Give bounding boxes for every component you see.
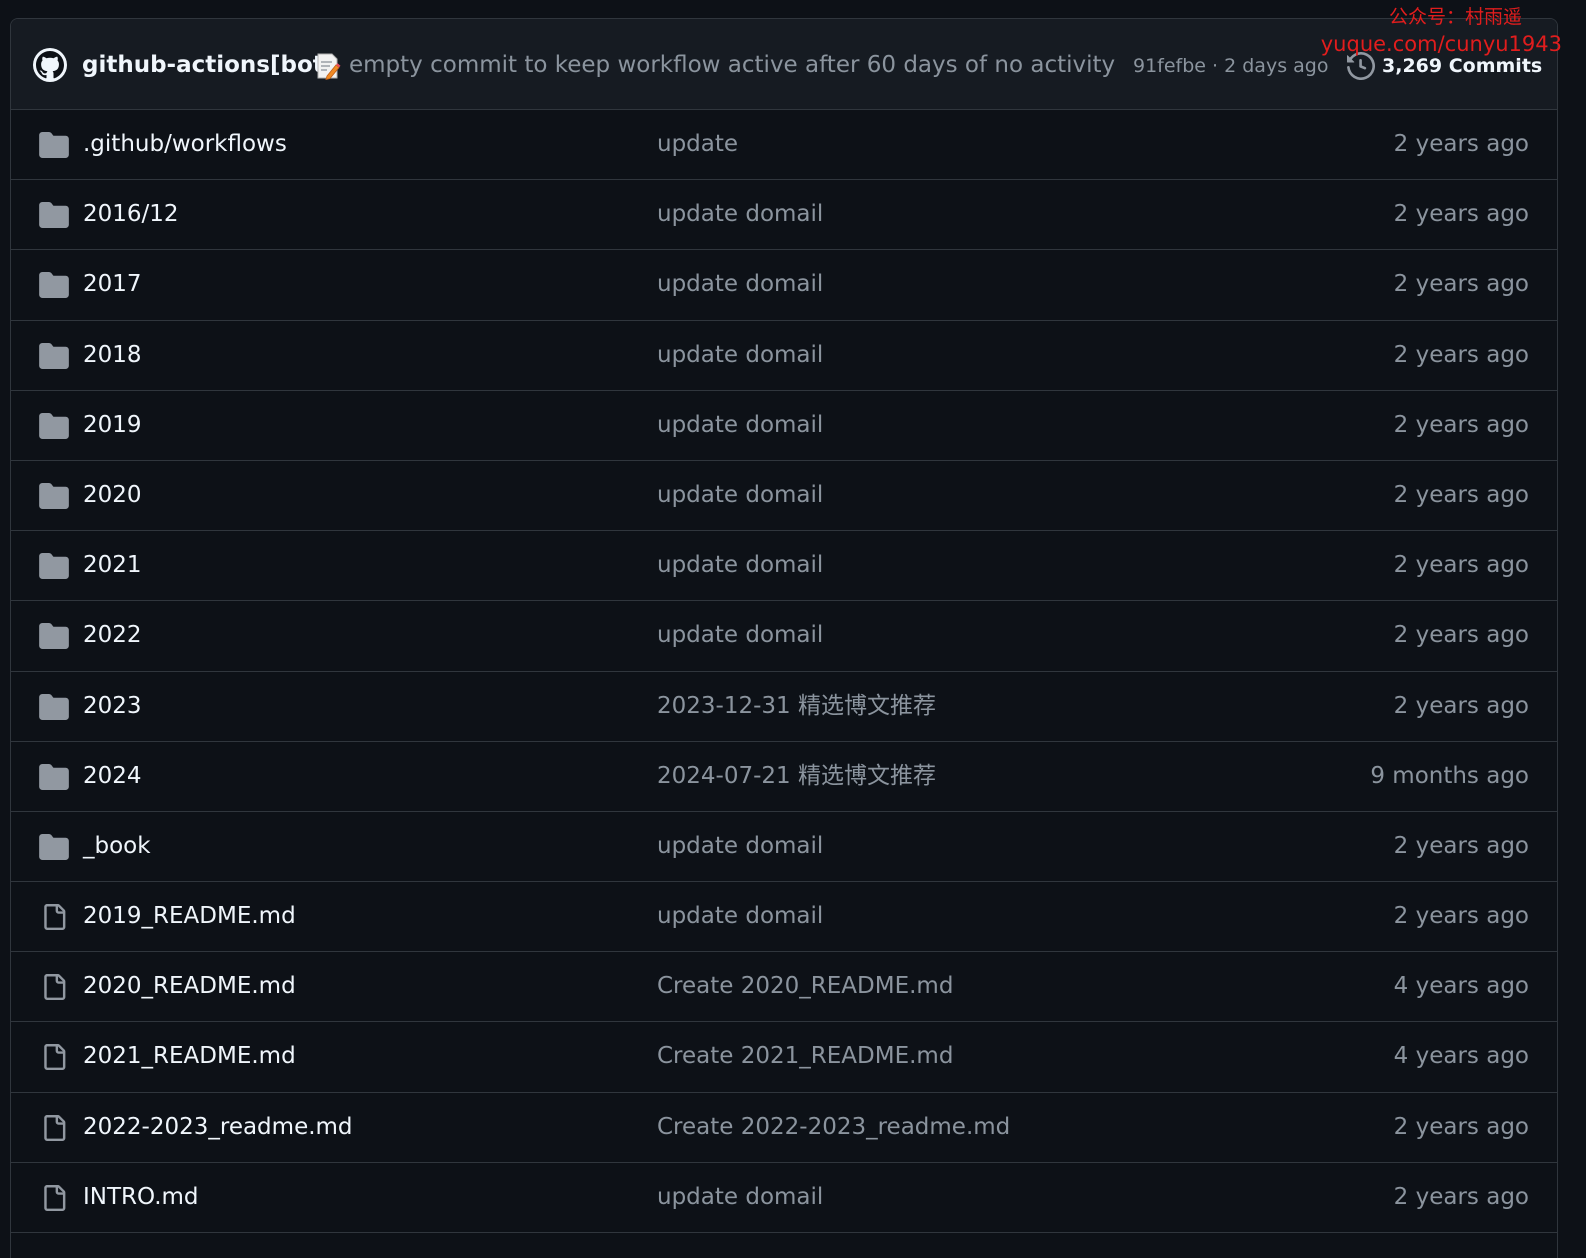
last-commit-age: 2 years ago <box>1393 903 1529 930</box>
folder-icon <box>39 272 69 299</box>
folder-name-link[interactable]: 2019 <box>83 409 142 441</box>
folder-name-link[interactable]: 2021 <box>83 549 142 581</box>
file-icon <box>39 1114 69 1141</box>
last-commit-message-link[interactable]: 2024-07-21 精选博文推荐 <box>657 760 936 792</box>
file-name-link[interactable]: INTRO.md <box>83 1181 199 1213</box>
last-commit-message-link[interactable]: update domail <box>657 549 823 581</box>
file-icon <box>39 1044 69 1071</box>
last-commit-age: 2 years ago <box>1393 622 1529 649</box>
folder-icon <box>39 623 69 650</box>
memo-emoji-icon <box>315 52 341 81</box>
folder-name-link[interactable]: 2018 <box>83 339 142 371</box>
folder-icon <box>39 412 69 439</box>
last-commit-message-link[interactable]: Create 2020_README.md <box>657 970 953 1002</box>
last-commit-message-link[interactable]: update domail <box>657 198 823 230</box>
last-commit-message-link[interactable]: update domail <box>657 1181 823 1213</box>
history-icon[interactable] <box>1347 51 1376 81</box>
folder-name-link[interactable]: _book <box>83 830 151 862</box>
commit-message-link[interactable]: empty commit to keep workflow active aft… <box>349 49 1115 81</box>
last-commit-message-link[interactable]: Create 2021_README.md <box>657 1040 953 1072</box>
last-commit-age: 2 years ago <box>1393 131 1529 157</box>
last-commit-age: 2 years ago <box>1393 552 1529 579</box>
file-icon <box>39 974 69 1001</box>
file-row[interactable]: 2022-2023_readme.md Create 2022-2023_read… <box>11 1093 1557 1163</box>
folder-row[interactable]: 2020 update domail 2 years ago <box>11 461 1557 532</box>
folder-icon <box>39 132 69 158</box>
folder-row[interactable]: 2019 update domail 2 years ago <box>11 391 1557 461</box>
file-icon <box>39 904 69 931</box>
last-commit-age: 4 years ago <box>1393 1043 1529 1070</box>
folder-name-link[interactable]: 2023 <box>83 690 142 722</box>
file-list: .github/workflows update 2 years ago 2016/1… <box>11 110 1557 1233</box>
folder-row[interactable]: 2021 update domail 2 years ago <box>11 531 1557 602</box>
folder-name-link[interactable]: .github/workflows <box>83 128 287 160</box>
github-mark-icon[interactable] <box>33 48 67 82</box>
folder-row[interactable]: 2017 update domail 2 years ago <box>11 250 1557 321</box>
last-commit-message-link[interactable]: 2023-12-31 精选博文推荐 <box>657 690 936 722</box>
last-commit-age: 2 years ago <box>1393 411 1529 438</box>
last-commit-age: 2 years ago <box>1393 271 1529 298</box>
folder-row[interactable]: 2024 2024-07-21 精选博文推荐 9 months ago <box>11 742 1557 812</box>
last-commit-message-link[interactable]: update domail <box>657 830 823 862</box>
folder-row[interactable]: _book update domail 2 years ago <box>11 812 1557 883</box>
file-row[interactable]: INTRO.md update domail 2 years ago <box>11 1163 1557 1233</box>
last-commit-age: 4 years ago <box>1393 973 1529 1000</box>
folder-name-link[interactable]: 2020 <box>83 479 142 511</box>
last-commit-age: 2 years ago <box>1393 481 1529 508</box>
last-commit-message-link[interactable]: update domail <box>657 339 823 371</box>
last-commit-message-link[interactable]: update domail <box>657 900 823 932</box>
folder-icon <box>39 763 69 790</box>
folder-icon <box>39 482 69 509</box>
folder-icon <box>39 693 69 720</box>
last-commit-age: 2 years ago <box>1393 1113 1529 1140</box>
folder-row[interactable]: 2022 update domail 2 years ago <box>11 601 1557 672</box>
folder-icon <box>39 342 69 369</box>
file-icon <box>39 1184 69 1211</box>
last-commit-message-link[interactable]: update domail <box>657 409 823 441</box>
last-commit-age: 2 years ago <box>1393 832 1529 859</box>
folder-row[interactable]: .github/workflows update 2 years ago <box>11 110 1557 181</box>
last-commit-message-link[interactable]: Create 2022-2023_readme.md <box>657 1111 1010 1143</box>
last-commit-message-link[interactable]: update domail <box>657 619 823 651</box>
folder-name-link[interactable]: 2024 <box>83 760 142 792</box>
folder-row[interactable]: 2018 update domail 2 years ago <box>11 321 1557 391</box>
last-commit-age: 2 years ago <box>1393 341 1529 368</box>
folder-icon <box>39 553 69 580</box>
file-name-link[interactable]: 2019_README.md <box>83 900 296 932</box>
folder-name-link[interactable]: 2016/12 <box>83 198 179 230</box>
last-commit-age: 9 months ago <box>1370 762 1529 789</box>
folder-row[interactable]: 2016/12 update domail 2 years ago <box>11 180 1557 251</box>
file-row[interactable]: 2021_README.md Create 2021_README.md 4 yea… <box>11 1022 1557 1093</box>
file-row[interactable]: 2019_README.md update domail 2 years ago <box>11 882 1557 953</box>
last-commit-message-link[interactable]: update domail <box>657 479 823 511</box>
folder-row[interactable]: 2023 2023-12-31 精选博文推荐 2 years ago <box>11 672 1557 742</box>
folder-name-link[interactable]: 2017 <box>83 268 142 300</box>
folder-icon <box>39 202 69 229</box>
last-commit-age: 2 years ago <box>1393 201 1529 228</box>
commits-count-link[interactable]: 3,269 Commits <box>1382 52 1542 80</box>
file-name-link[interactable]: 2021_README.md <box>83 1040 296 1072</box>
last-commit-age: 2 years ago <box>1393 1183 1529 1210</box>
file-row[interactable]: 2020_README.md Create 2020_README.md 4 yea… <box>11 952 1557 1023</box>
file-name-link[interactable]: 2022-2023_readme.md <box>83 1111 353 1143</box>
file-browser: github-actions[bot] empty commit to keep… <box>10 18 1558 1258</box>
folder-icon <box>39 833 69 860</box>
last-commit-age: 2 years ago <box>1393 692 1529 719</box>
last-commit-message-link[interactable]: update <box>657 128 738 160</box>
file-name-link[interactable]: 2020_README.md <box>83 970 296 1002</box>
commit-author-link[interactable]: github-actions[bot] <box>82 49 334 81</box>
commit-sha-and-time[interactable]: 91fefbe · 2 days ago <box>1133 52 1328 80</box>
latest-commit-bar: github-actions[bot] empty commit to keep… <box>11 19 1557 110</box>
last-commit-message-link[interactable]: update domail <box>657 268 823 300</box>
folder-name-link[interactable]: 2022 <box>83 619 142 651</box>
